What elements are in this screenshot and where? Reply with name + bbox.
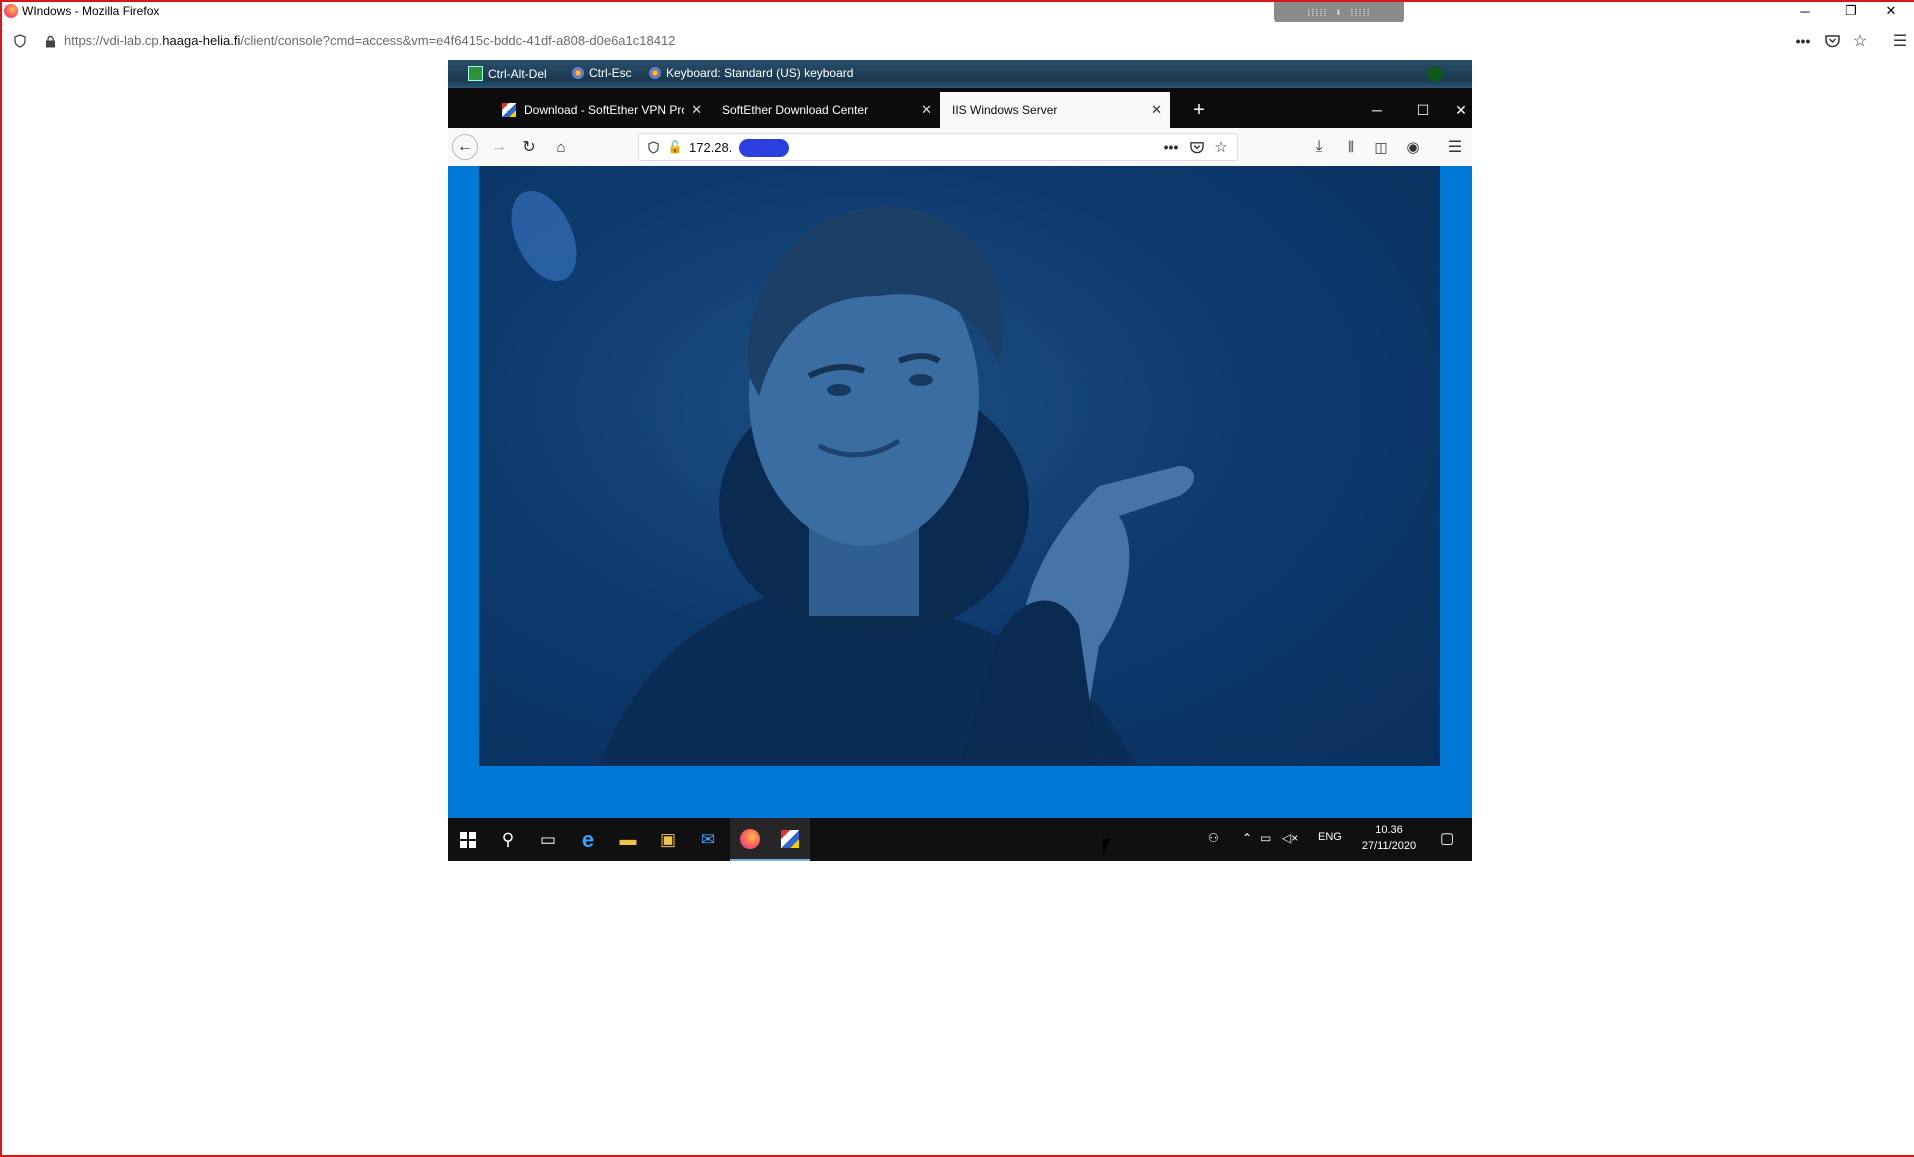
system-clock[interactable]: 10.36 27/11/2020 (1344, 822, 1434, 854)
close-tab-icon[interactable]: ✕ (921, 102, 932, 118)
url-redaction-scribble (739, 139, 789, 157)
menu-icon[interactable]: ☰ (1890, 32, 1910, 50)
iis-page-content (448, 166, 1472, 818)
downloads-icon[interactable]: ⤓ (1306, 134, 1332, 160)
page-actions-icon[interactable]: ••• (1793, 32, 1813, 50)
inner-minimize-button[interactable]: ─ (1354, 92, 1400, 128)
firefox-logo-icon (4, 4, 18, 18)
bookmark-star-icon[interactable]: ☆ (1211, 139, 1231, 156)
network-icon[interactable]: ▭ (1260, 831, 1271, 845)
close-tab-icon[interactable]: ✕ (691, 102, 702, 118)
bookmark-star-icon[interactable]: ☆ (1850, 32, 1870, 50)
lock-icon[interactable] (42, 33, 58, 49)
keyboard-layout-button[interactable]: Keyboard: Standard (US) keyboard (649, 66, 853, 80)
close-tab-icon[interactable]: ✕ (1151, 102, 1162, 118)
minimize-button[interactable]: ─ (1782, 0, 1828, 22)
windows-taskbar: ⚲ ▭ e ▬ ▣ ✉ ⚇ ⌃ ▭ ◁× ENG 10.36 27/11/202… (448, 818, 1472, 861)
inner-close-button[interactable]: ✕ (1446, 92, 1472, 128)
sidebar-icon[interactable]: ◫ (1368, 134, 1394, 160)
remote-console-handle[interactable]: ⁞⁞⁞⁞⁞ ⬇ ⁞⁞⁞⁞⁞ (1274, 0, 1404, 24)
remote-desktop-console[interactable]: Ctrl-Alt-Del Ctrl-Esc Keyboard: Standard… (448, 60, 1472, 861)
windows-flag-icon (572, 67, 584, 79)
tracking-shield-icon[interactable] (645, 139, 661, 155)
home-icon[interactable]: ⌂ (548, 134, 574, 160)
url-path: /client/console?cmd=access&vm=e4f6415c-b… (240, 33, 676, 48)
clock-time: 10.36 (1375, 824, 1403, 836)
reload-icon[interactable]: ↻ (516, 134, 542, 160)
tab-softether-vpn[interactable]: Download - SoftEther VPN Proj ✕ (490, 92, 710, 128)
forward-arrow-icon[interactable]: → (486, 134, 512, 160)
tab-softether-download-center[interactable]: SoftEther Download Center ✕ (710, 92, 940, 128)
firefox-taskbar-icon[interactable] (730, 818, 770, 861)
library-icon[interactable]: ⫼ (1338, 134, 1364, 160)
pocket-icon[interactable] (1187, 139, 1207, 155)
window-title: WIndows - Mozilla Firefox (22, 4, 160, 18)
start-button[interactable] (448, 818, 488, 861)
new-tab-button[interactable]: + (1176, 92, 1222, 128)
menu-icon[interactable]: ☰ (1442, 134, 1468, 160)
ctrl-esc-label: Ctrl-Esc (589, 66, 632, 80)
connection-status-icon (1427, 66, 1443, 82)
url-domain: haaga-helia.fi (162, 33, 241, 48)
action-center-icon[interactable]: ▢ (1440, 829, 1454, 847)
url-prefix: https://vdi-lab.cp. (64, 33, 163, 48)
ctrl-alt-del-button[interactable]: Ctrl-Alt-Del (468, 66, 547, 81)
tab-label: IIS Windows Server (952, 103, 1058, 117)
volume-muted-icon[interactable]: ◁× (1282, 831, 1298, 845)
inner-maximize-button[interactable]: ☐ (1400, 92, 1446, 128)
keyboard-icon (649, 67, 661, 79)
clock-date: 27/11/2020 (1361, 840, 1417, 852)
inner-address-bar[interactable]: 🔓 172.28. ••• ☆ (638, 133, 1238, 161)
language-indicator[interactable]: ENG (1318, 831, 1342, 843)
keyboard-layout-label: Keyboard: Standard (US) keyboard (666, 66, 854, 80)
store-icon[interactable]: ▣ (648, 818, 688, 861)
tab-iis-windows-server[interactable]: IIS Windows Server ✕ (940, 92, 1170, 128)
iis-welcome-photo (479, 166, 1440, 766)
shield-icon[interactable] (12, 33, 28, 49)
edge-icon[interactable]: e (568, 818, 608, 861)
close-button[interactable]: ✕ (1868, 0, 1914, 22)
search-icon[interactable]: ⚲ (488, 818, 528, 861)
insecure-lock-icon[interactable]: 🔓 (667, 139, 683, 155)
pocket-icon[interactable] (1822, 32, 1842, 50)
tab-label: Download - SoftEther VPN Proj (524, 103, 684, 117)
chevron-up-icon[interactable]: ⌃ (1242, 831, 1252, 845)
inner-nav-bar: ← → ↻ ⌂ 🔓 172.28. ••• ☆ ⤓ ⫼ ◫ ◉ ☰ (448, 128, 1472, 166)
outer-url-text[interactable]: https://vdi-lab.cp.haaga-helia.fi/client… (64, 33, 675, 48)
ctrl-esc-button[interactable]: Ctrl-Esc (572, 66, 632, 80)
softether-favicon-icon (502, 103, 516, 117)
task-view-icon[interactable]: ▭ (528, 818, 568, 861)
people-icon[interactable]: ⚇ (1208, 831, 1219, 845)
ctrl-alt-del-label: Ctrl-Alt-Del (488, 66, 547, 81)
ctrl-alt-del-icon (468, 66, 483, 81)
tab-label: SoftEther Download Center (722, 103, 869, 117)
mail-icon[interactable]: ✉ (688, 818, 728, 861)
softether-taskbar-icon[interactable] (770, 818, 810, 861)
inner-url-text: 172.28. (689, 140, 733, 155)
mouse-cursor (1103, 839, 1117, 855)
outer-title-bar (0, 0, 1914, 22)
back-arrow-icon[interactable]: ← (452, 134, 478, 160)
file-explorer-icon[interactable]: ▬ (608, 818, 648, 861)
account-icon[interactable]: ◉ (1400, 134, 1426, 160)
page-actions-icon[interactable]: ••• (1161, 139, 1181, 155)
